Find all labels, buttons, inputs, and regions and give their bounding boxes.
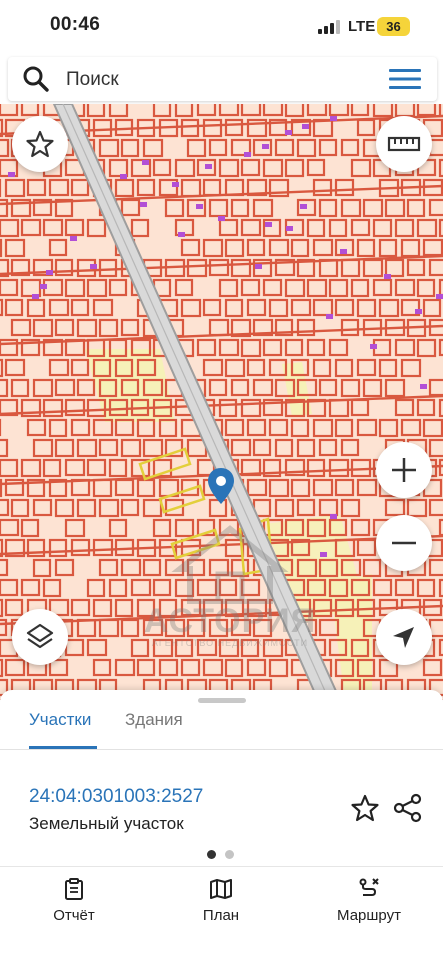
cadastral-number-link[interactable]: 24:04:0301003:2527 xyxy=(29,786,203,808)
clipboard-icon xyxy=(65,878,83,900)
page-dot-active xyxy=(207,850,216,859)
tab-parcels[interactable]: Участки xyxy=(29,710,91,750)
bottom-navigation: Отчёт План Маршрут xyxy=(0,866,443,960)
my-location-button[interactable] xyxy=(376,609,432,665)
nav-route-label: Маршрут xyxy=(337,907,401,924)
measure-button[interactable] xyxy=(376,116,432,172)
page-indicator xyxy=(207,850,237,860)
route-icon xyxy=(359,878,379,896)
status-time: 00:46 xyxy=(50,14,101,35)
ruler-icon xyxy=(387,136,421,152)
page-dot xyxy=(225,850,234,859)
search-icon[interactable] xyxy=(22,65,50,93)
status-bar: 00:46 LTE 36 xyxy=(0,0,443,52)
sheet-drag-handle[interactable] xyxy=(198,698,246,703)
parcel-type: Земельный участок xyxy=(29,814,184,833)
cadastral-map[interactable]: АСТОРИЯ АГЕНТСТВО НЕДВИЖИМОСТИ xyxy=(0,104,443,700)
parcel-info-sheet[interactable]: Участки Здания 24:04:0301003:2527 Земель… xyxy=(0,690,443,870)
map-icon xyxy=(210,879,232,899)
star-outline-icon[interactable] xyxy=(350,793,380,823)
tabs-divider xyxy=(0,749,443,750)
tab-buildings[interactable]: Здания xyxy=(125,710,183,750)
nav-route[interactable]: Маршрут xyxy=(309,877,429,937)
signal-icon xyxy=(318,20,340,34)
location-pin-icon[interactable] xyxy=(207,467,235,505)
search-input[interactable] xyxy=(66,67,366,93)
map-canvas[interactable] xyxy=(0,104,443,700)
zoom-in-button[interactable] xyxy=(376,442,432,498)
nav-report[interactable]: Отчёт xyxy=(14,877,134,937)
battery-level: 36 xyxy=(377,17,410,36)
search-bar xyxy=(8,57,437,101)
star-outline-icon xyxy=(26,130,54,158)
nav-plan[interactable]: План xyxy=(161,877,281,937)
nav-plan-label: План xyxy=(202,907,240,924)
hamburger-menu-icon[interactable] xyxy=(389,67,421,91)
zoom-out-button[interactable] xyxy=(376,515,432,571)
favorites-button[interactable] xyxy=(12,116,68,172)
layers-icon xyxy=(26,623,54,649)
share-icon[interactable] xyxy=(393,793,423,823)
layers-button[interactable] xyxy=(12,609,68,665)
network-type: LTE xyxy=(348,18,376,35)
plus-icon xyxy=(392,458,416,482)
minus-icon xyxy=(392,541,416,545)
navigation-arrow-icon xyxy=(393,627,414,648)
nav-report-label: Отчёт xyxy=(53,907,95,924)
